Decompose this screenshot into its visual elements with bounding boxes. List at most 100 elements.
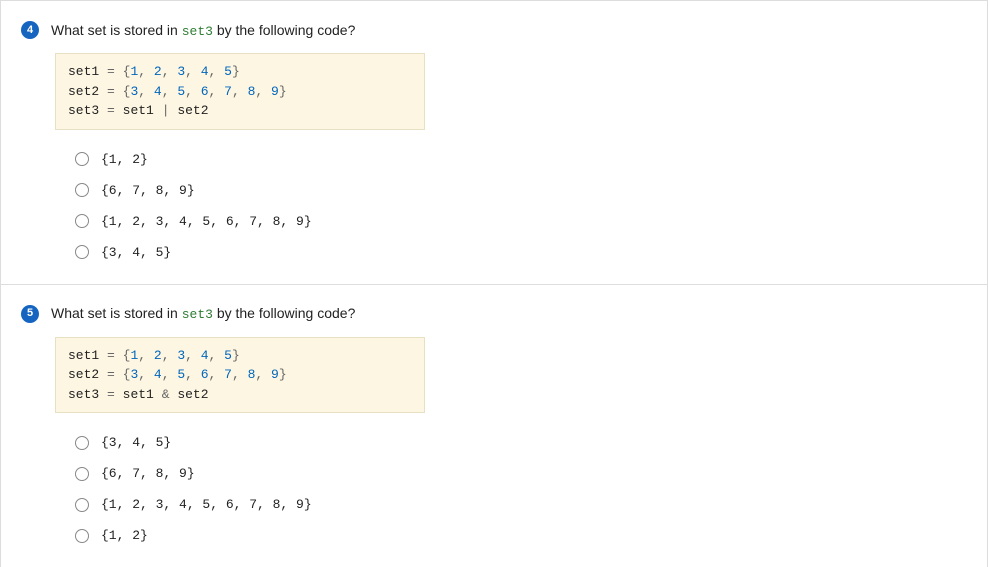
code-token: , xyxy=(255,84,271,99)
code-token: , xyxy=(185,367,201,382)
question-prompt: What set is stored in set3 by the follow… xyxy=(51,22,355,39)
code-token: = xyxy=(107,84,115,99)
prompt-code: set3 xyxy=(182,24,213,39)
option-label: {3, 4, 5} xyxy=(101,435,171,450)
code-token: , xyxy=(162,64,178,79)
option-label: {1, 2, 3, 4, 5, 6, 7, 8, 9} xyxy=(101,214,312,229)
code-token: set1 xyxy=(68,348,99,363)
code-token: 4 xyxy=(201,64,209,79)
code-token: } xyxy=(279,367,287,382)
option-label: {1, 2, 3, 4, 5, 6, 7, 8, 9} xyxy=(101,497,312,512)
code-token: set1 xyxy=(123,387,154,402)
code-token: , xyxy=(138,367,154,382)
option-label: {1, 2} xyxy=(101,152,148,167)
code-token: , xyxy=(162,367,178,382)
code-token: set1 xyxy=(123,103,154,118)
question-number-badge: 5 xyxy=(21,305,39,323)
code-token: 3 xyxy=(177,64,185,79)
code-token: 6 xyxy=(201,367,209,382)
code-token: set2 xyxy=(177,103,208,118)
option-label: {3, 4, 5} xyxy=(101,245,171,260)
code-token: , xyxy=(185,348,201,363)
code-token: , xyxy=(138,348,154,363)
answer-option[interactable]: {1, 2, 3, 4, 5, 6, 7, 8, 9} xyxy=(75,497,967,512)
prompt-code: set3 xyxy=(182,307,213,322)
code-token: 4 xyxy=(154,367,162,382)
code-token: } xyxy=(232,348,240,363)
code-token: set1 xyxy=(68,64,99,79)
options-list: {1, 2} {6, 7, 8, 9} {1, 2, 3, 4, 5, 6, 7… xyxy=(75,152,967,260)
code-token: , xyxy=(138,64,154,79)
options-list: {3, 4, 5} {6, 7, 8, 9} {1, 2, 3, 4, 5, 6… xyxy=(75,435,967,543)
radio-icon[interactable] xyxy=(75,214,89,228)
code-token: 4 xyxy=(201,348,209,363)
radio-icon[interactable] xyxy=(75,467,89,481)
code-token: = xyxy=(107,387,115,402)
answer-option[interactable]: {1, 2, 3, 4, 5, 6, 7, 8, 9} xyxy=(75,214,967,229)
prompt-text: by the following code? xyxy=(213,305,355,321)
code-token: 5 xyxy=(224,348,232,363)
radio-icon[interactable] xyxy=(75,529,89,543)
code-token: 2 xyxy=(154,348,162,363)
code-token: 9 xyxy=(271,84,279,99)
code-token: | xyxy=(162,103,170,118)
code-snippet: set1 = {1, 2, 3, 4, 5} set2 = {3, 4, 5, … xyxy=(55,337,425,414)
code-token: 9 xyxy=(271,367,279,382)
prompt-text: What set is stored in xyxy=(51,305,182,321)
code-token: = xyxy=(107,367,115,382)
option-label: {6, 7, 8, 9} xyxy=(101,183,195,198)
code-snippet: set1 = {1, 2, 3, 4, 5} set2 = {3, 4, 5, … xyxy=(55,53,425,130)
answer-option[interactable]: {6, 7, 8, 9} xyxy=(75,183,967,198)
code-token: = xyxy=(107,348,115,363)
quiz-container: 4 What set is stored in set3 by the foll… xyxy=(0,0,988,567)
question-prompt: What set is stored in set3 by the follow… xyxy=(51,305,355,322)
code-token: 7 xyxy=(224,367,232,382)
code-token: , xyxy=(162,84,178,99)
answer-option[interactable]: {3, 4, 5} xyxy=(75,435,967,450)
radio-icon[interactable] xyxy=(75,436,89,450)
prompt-text: by the following code? xyxy=(213,22,355,38)
question-block: 4 What set is stored in set3 by the foll… xyxy=(1,0,987,284)
code-token: } xyxy=(279,84,287,99)
code-token: 2 xyxy=(154,64,162,79)
radio-icon[interactable] xyxy=(75,152,89,166)
code-token: & xyxy=(162,387,170,402)
code-token: , xyxy=(209,64,225,79)
answer-option[interactable]: {1, 2} xyxy=(75,152,967,167)
question-number-badge: 4 xyxy=(21,21,39,39)
code-token: } xyxy=(232,64,240,79)
answer-option[interactable]: {3, 4, 5} xyxy=(75,245,967,260)
code-token: set3 xyxy=(68,387,99,402)
radio-icon[interactable] xyxy=(75,245,89,259)
question-block: 5 What set is stored in set3 by the foll… xyxy=(1,284,987,567)
code-token: 5 xyxy=(177,84,185,99)
code-token: , xyxy=(185,84,201,99)
code-token: , xyxy=(138,84,154,99)
code-token: , xyxy=(209,348,225,363)
code-token: , xyxy=(209,367,225,382)
code-token: 6 xyxy=(201,84,209,99)
radio-icon[interactable] xyxy=(75,183,89,197)
code-token: , xyxy=(255,367,271,382)
code-token: set2 xyxy=(177,387,208,402)
answer-option[interactable]: {6, 7, 8, 9} xyxy=(75,466,967,481)
code-token: set2 xyxy=(68,84,99,99)
code-token: set2 xyxy=(68,367,99,382)
radio-icon[interactable] xyxy=(75,498,89,512)
code-token: 5 xyxy=(177,367,185,382)
code-token: , xyxy=(232,367,248,382)
code-token: 5 xyxy=(224,64,232,79)
question-header: 4 What set is stored in set3 by the foll… xyxy=(21,21,967,39)
option-label: {6, 7, 8, 9} xyxy=(101,466,195,481)
code-token: = xyxy=(107,103,115,118)
question-header: 5 What set is stored in set3 by the foll… xyxy=(21,305,967,323)
prompt-text: What set is stored in xyxy=(51,22,182,38)
code-token: 4 xyxy=(154,84,162,99)
code-token: , xyxy=(185,64,201,79)
code-token: 7 xyxy=(224,84,232,99)
code-token: , xyxy=(162,348,178,363)
option-label: {1, 2} xyxy=(101,528,148,543)
answer-option[interactable]: {1, 2} xyxy=(75,528,967,543)
code-token: set3 xyxy=(68,103,99,118)
code-token: 3 xyxy=(177,348,185,363)
